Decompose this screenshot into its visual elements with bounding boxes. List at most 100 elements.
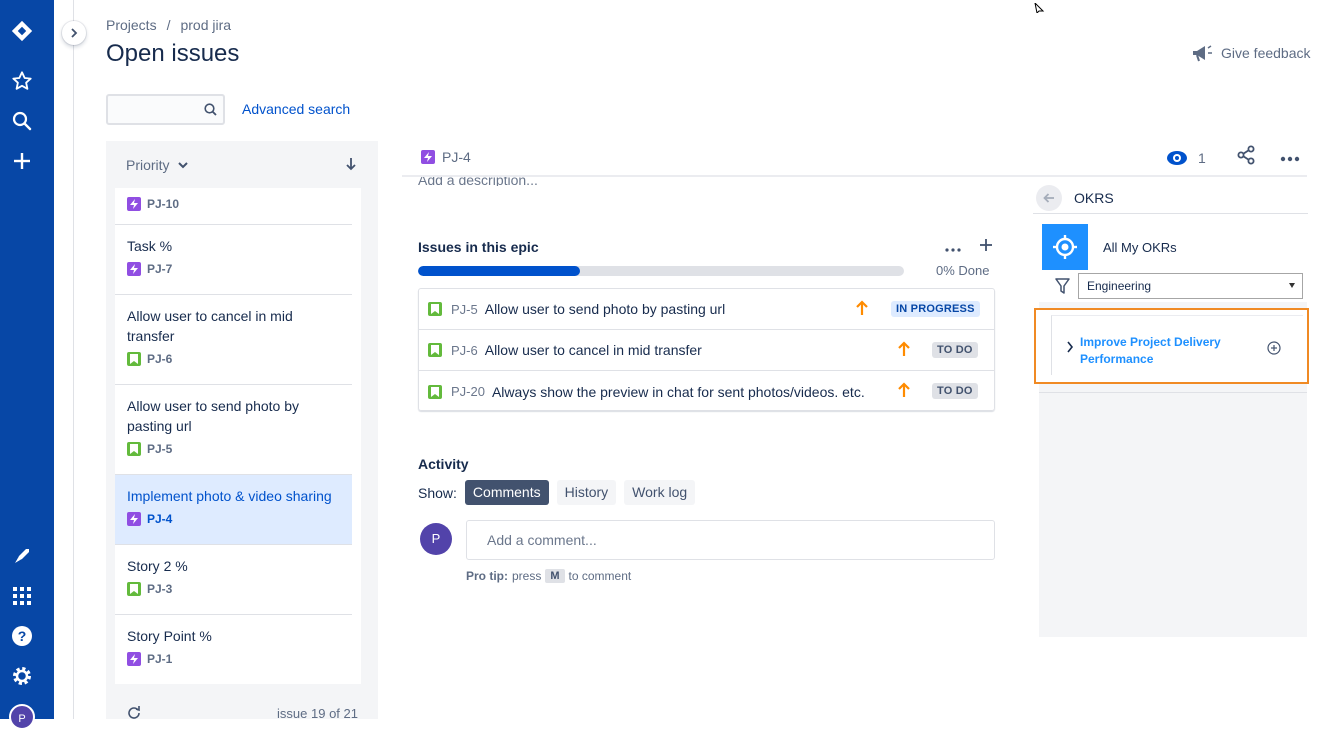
epic-progress-fill <box>418 266 580 276</box>
okrs-back-button[interactable] <box>1036 184 1062 211</box>
epic-icon <box>127 262 141 276</box>
sort-direction-button[interactable] <box>346 157 356 176</box>
issue-card-pj7[interactable]: Task % PJ-7 <box>115 225 352 295</box>
arrow-left-icon <box>1043 192 1054 203</box>
okrs-team-select[interactable]: Engineering <box>1078 273 1303 299</box>
refresh-icon[interactable] <box>127 705 141 722</box>
chevron-down-icon <box>177 161 188 168</box>
svg-text:?: ? <box>18 628 27 644</box>
pro-tip: Pro tip: press M to comment <box>466 569 631 583</box>
tab-comments[interactable]: Comments <box>464 480 549 505</box>
add-comment-input[interactable]: Add a comment... <box>466 520 995 560</box>
add-child-button[interactable] <box>979 238 993 257</box>
protip-key: M <box>545 569 565 583</box>
header-divider <box>402 175 1307 177</box>
epic-icon <box>127 197 141 211</box>
dropdown-caret-icon <box>1289 283 1295 288</box>
give-feedback-button[interactable]: Give feedback <box>1191 43 1311 63</box>
okrs-panel: All My OKRs Engineering <box>1039 222 1307 637</box>
create-plus-icon[interactable] <box>11 150 33 172</box>
child-issue-row[interactable]: PJ-6 Allow user to cancel in mid transfe… <box>419 330 994 371</box>
okrs-header: OKRS <box>1033 182 1308 214</box>
status-lozenge[interactable]: TO DO <box>932 383 978 399</box>
issue-list[interactable]: PJ-10 Task % PJ-7 Allow user to cancel i… <box>115 188 361 684</box>
story-icon <box>127 582 141 596</box>
comment-avatar: P <box>420 523 452 555</box>
okr-target-icon <box>1042 224 1088 270</box>
objective-row[interactable]: Improve Project Delivery Performance <box>1051 315 1303 375</box>
epic-more-button[interactable] <box>945 239 961 257</box>
okrs-title: All My OKRs <box>1103 239 1177 255</box>
breadcrumb-project[interactable]: prod jira <box>180 17 231 33</box>
search-icon[interactable] <box>11 110 33 132</box>
protip-bold: Pro tip: <box>466 569 508 583</box>
tab-history[interactable]: History <box>556 480 617 505</box>
protip-press: press <box>512 569 542 583</box>
issue-card-pj1[interactable]: Story Point % PJ-1 <box>115 615 352 684</box>
story-icon <box>127 352 141 366</box>
give-feedback-label: Give feedback <box>1221 45 1311 61</box>
ellipsis-icon <box>1280 156 1299 161</box>
child-issue-summary[interactable]: Allow user to send photo by pasting url <box>485 301 725 317</box>
status-lozenge[interactable]: TO DO <box>932 342 978 358</box>
child-issue-row[interactable]: PJ-5 Allow user to send photo by pasting… <box>419 289 994 330</box>
global-nav: ? P <box>0 0 54 730</box>
okrs-filter-row: Engineering <box>1039 272 1307 302</box>
objective-title[interactable]: Improve Project Delivery Performance <box>1080 334 1260 368</box>
epic-icon <box>127 512 141 526</box>
more-actions-button[interactable] <box>1280 149 1300 167</box>
sort-priority-button[interactable]: Priority <box>126 157 188 173</box>
epic-progress-bar <box>418 266 904 276</box>
issue-search-input[interactable] <box>106 94 225 125</box>
watch-button[interactable]: 1 <box>1166 150 1206 166</box>
story-icon <box>127 442 141 456</box>
issue-title: Task % <box>127 238 173 254</box>
issue-card-pj10[interactable]: PJ-10 <box>115 188 352 225</box>
settings-gear-icon[interactable] <box>11 665 33 687</box>
sort-label: Priority <box>126 156 170 173</box>
filter-icon[interactable] <box>1055 278 1070 299</box>
child-issue-key[interactable]: PJ-5 <box>451 302 478 317</box>
expand-sidebar-button[interactable] <box>62 21 86 45</box>
chevron-right-icon[interactable] <box>1066 340 1074 358</box>
star-icon[interactable] <box>11 70 33 92</box>
protip-rest: to comment <box>568 569 632 583</box>
page-title: Open issues <box>106 40 240 67</box>
breadcrumb: Projects / prod jira <box>106 17 231 33</box>
breadcrumb-separator: / <box>166 17 171 33</box>
epic-children-actions <box>945 238 993 257</box>
app-switcher-icon[interactable] <box>11 585 33 607</box>
user-avatar[interactable]: P <box>9 704 35 730</box>
status-lozenge[interactable]: IN PROGRESS <box>891 301 980 317</box>
issue-title: Implement photo & video sharing <box>127 488 332 504</box>
show-label: Show: <box>418 484 457 501</box>
issue-key: PJ-6 <box>147 352 173 366</box>
arrow-down-icon <box>346 158 356 171</box>
issue-breadcrumb[interactable]: PJ-4 <box>421 149 471 165</box>
issue-card-pj3[interactable]: Story 2 % PJ-3 <box>115 545 352 615</box>
issue-title: Story Point % <box>127 628 212 644</box>
issue-card-pj6[interactable]: Allow user to cancel in mid transfer PJ-… <box>115 295 352 385</box>
issue-list-panel: Priority PJ-10 Task % PJ-7 Allow user to… <box>106 141 378 722</box>
epic-children-list: PJ-5 Allow user to send photo by pasting… <box>418 288 995 411</box>
issue-title: Story 2 % <box>127 558 188 574</box>
breadcrumb-projects[interactable]: Projects <box>106 17 157 33</box>
add-key-result-icon[interactable] <box>1267 341 1281 360</box>
story-icon <box>428 302 442 316</box>
epic-icon <box>421 150 435 164</box>
share-button[interactable] <box>1236 145 1256 170</box>
tab-work-log[interactable]: Work log <box>624 480 696 505</box>
help-icon[interactable]: ? <box>11 625 33 647</box>
advanced-search-link[interactable]: Advanced search <box>242 101 350 117</box>
jira-logo-icon[interactable] <box>11 20 33 42</box>
rocket-icon[interactable] <box>11 545 33 567</box>
issue-card-pj5[interactable]: Allow user to send photo by pasting url … <box>115 385 352 475</box>
child-issue-key[interactable]: PJ-6 <box>451 343 478 358</box>
child-issue-summary[interactable]: Always show the preview in chat for sent… <box>492 384 865 400</box>
story-icon <box>428 343 442 357</box>
child-issue-summary[interactable]: Allow user to cancel in mid transfer <box>485 342 702 358</box>
issue-card-pj4-selected[interactable]: Implement photo & video sharing PJ-4 <box>115 475 352 545</box>
child-issue-row[interactable]: PJ-20 Always show the preview in chat fo… <box>419 371 994 412</box>
plus-icon <box>980 239 992 251</box>
child-issue-key[interactable]: PJ-20 <box>451 384 485 399</box>
